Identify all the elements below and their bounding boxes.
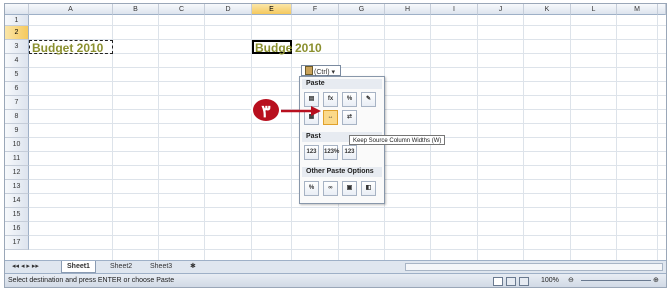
horizontal-scrollbar[interactable] bbox=[405, 263, 663, 271]
row-header-1[interactable]: 1 bbox=[5, 15, 29, 26]
tooltip: Keep Source Column Widths (W) bbox=[349, 135, 445, 145]
row-header-9[interactable]: 9 bbox=[5, 124, 29, 138]
values-number-format-icon[interactable]: 123% bbox=[323, 145, 339, 160]
column-header-d[interactable]: D bbox=[205, 4, 252, 15]
values-icon[interactable]: 123 bbox=[304, 145, 319, 160]
row-header-17[interactable]: 17 bbox=[5, 236, 29, 250]
formatting-icon[interactable]: % bbox=[304, 181, 319, 196]
gridline bbox=[29, 53, 666, 54]
column-header-h[interactable]: H bbox=[385, 4, 431, 15]
formulas-icon[interactable]: fx bbox=[323, 92, 338, 107]
clipboard-icon bbox=[305, 66, 313, 75]
callout-arrow-icon bbox=[281, 106, 321, 116]
zoom-out-icon[interactable]: ⊖ bbox=[568, 274, 574, 287]
page-layout-view-icon[interactable] bbox=[506, 277, 516, 286]
gridline bbox=[29, 249, 666, 250]
gridline bbox=[29, 221, 666, 222]
row-header-5[interactable]: 5 bbox=[5, 68, 29, 82]
step-number-badge: ٣ bbox=[251, 97, 281, 123]
zoom-level[interactable]: 100% bbox=[541, 274, 559, 287]
normal-view-icon[interactable] bbox=[493, 277, 503, 286]
page-break-view-icon[interactable] bbox=[519, 277, 529, 286]
picture-icon[interactable]: ▣ bbox=[342, 181, 357, 196]
cell-e2-text: Budge bbox=[255, 41, 293, 55]
other-paste-options-header: Other Paste Options bbox=[302, 167, 382, 177]
row-header-10[interactable]: 10 bbox=[5, 138, 29, 152]
sheet-nav-buttons[interactable]: ◂◂ ◂ ▸ ▸▸ bbox=[7, 261, 44, 273]
zoom-slider[interactable] bbox=[581, 280, 651, 281]
row-header-11[interactable]: 11 bbox=[5, 152, 29, 166]
column-header-g[interactable]: G bbox=[339, 4, 385, 15]
column-header-l[interactable]: L bbox=[571, 4, 617, 15]
paste-options-button[interactable]: (Ctrl) ▾ bbox=[301, 65, 341, 76]
column-header-b[interactable]: B bbox=[113, 4, 159, 15]
column-header-j[interactable]: J bbox=[478, 4, 524, 15]
row-header-8[interactable]: 8 bbox=[5, 110, 29, 124]
linked-picture-icon[interactable]: ◧ bbox=[361, 181, 376, 196]
paste-section-header: Paste bbox=[302, 79, 382, 89]
column-header-m[interactable]: M bbox=[617, 4, 658, 15]
sheet-tab-sheet3[interactable]: Sheet3 bbox=[145, 261, 177, 273]
values-source-formatting-icon[interactable]: 123 bbox=[342, 145, 357, 160]
gridline bbox=[29, 25, 666, 26]
status-message: Select destination and press ENTER or ch… bbox=[8, 277, 175, 284]
gridline bbox=[29, 207, 666, 208]
row-header-7[interactable]: 7 bbox=[5, 96, 29, 110]
sheet-tab-sheet1[interactable]: Sheet1 bbox=[61, 261, 96, 273]
row-header-14[interactable]: 14 bbox=[5, 194, 29, 208]
gridline bbox=[29, 235, 666, 236]
formulas-number-format-icon[interactable]: % bbox=[342, 92, 357, 107]
select-all-corner[interactable] bbox=[5, 4, 29, 15]
status-bar: Select destination and press ENTER or ch… bbox=[5, 273, 666, 287]
insert-sheet-icon[interactable]: ✱ bbox=[185, 261, 201, 273]
column-header-overflow bbox=[658, 4, 666, 15]
zoom-in-icon[interactable]: ⊕ bbox=[653, 274, 659, 287]
sheet-tab-sheet2[interactable]: Sheet2 bbox=[105, 261, 137, 273]
spreadsheet-frame: A B C D E F G H I J K L M 1 2 3 4 5 6 7 … bbox=[4, 3, 667, 288]
cell-f2-text: 2010 bbox=[295, 41, 322, 55]
row-header-12[interactable]: 12 bbox=[5, 166, 29, 180]
row-header-15[interactable]: 15 bbox=[5, 208, 29, 222]
row-header-6[interactable]: 6 bbox=[5, 82, 29, 96]
column-header-c[interactable]: C bbox=[159, 4, 205, 15]
gridline bbox=[29, 39, 666, 40]
keep-source-column-widths-icon[interactable]: ↔ bbox=[323, 110, 338, 125]
row-header-13[interactable]: 13 bbox=[5, 180, 29, 194]
paste-icon[interactable]: ▤ bbox=[304, 92, 319, 107]
transpose-icon[interactable]: ⇄ bbox=[342, 110, 357, 125]
column-header-e[interactable]: E bbox=[252, 4, 292, 15]
paste-options-label: (Ctrl) ▾ bbox=[314, 69, 336, 76]
row-header-4[interactable]: 4 bbox=[5, 54, 29, 68]
keep-source-formatting-icon[interactable]: ✎ bbox=[361, 92, 376, 107]
column-header-i[interactable]: I bbox=[431, 4, 478, 15]
gridline bbox=[29, 67, 666, 68]
row-header-16[interactable]: 16 bbox=[5, 222, 29, 236]
excel-window: A B C D E F G H I J K L M 1 2 3 4 5 6 7 … bbox=[0, 0, 669, 290]
row-header-2[interactable]: 2 bbox=[5, 26, 29, 40]
column-header-k[interactable]: K bbox=[524, 4, 571, 15]
paste-link-icon[interactable]: ∞ bbox=[323, 181, 338, 196]
sheet-tab-bar: ◂◂ ◂ ▸ ▸▸ Sheet1 Sheet2 Sheet3 ✱ bbox=[5, 260, 666, 274]
cell-a2[interactable]: Budget 2010 bbox=[32, 41, 103, 55]
column-header-a[interactable]: A bbox=[29, 4, 113, 15]
row-header-3[interactable]: 3 bbox=[5, 40, 29, 54]
column-header-f[interactable]: F bbox=[292, 4, 339, 15]
